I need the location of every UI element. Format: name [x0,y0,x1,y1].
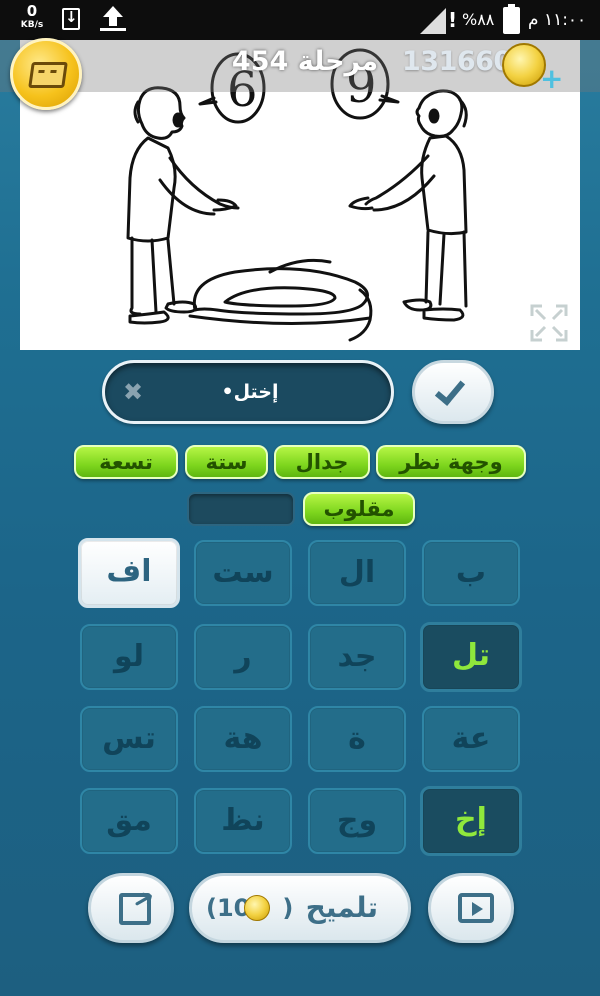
expand-icon[interactable] [530,304,568,342]
share-icon [119,893,151,925]
share-button[interactable] [88,873,174,943]
letter-tile-used[interactable]: إخ [420,786,522,856]
upload-notification-icon [100,6,126,32]
hint-word-chip[interactable]: ستة [185,445,268,479]
status-bar: 0 KB/s ! %٨٨ ١١:٠٠ م [0,0,600,40]
signal-icon [420,8,446,34]
buy-coins-button[interactable]: + [540,62,563,95]
map-button[interactable] [10,38,82,110]
letter-tile[interactable]: ر [194,624,292,690]
coin-icon [244,895,270,921]
download-notification-icon [62,8,80,30]
letter-tile[interactable]: لو [80,624,178,690]
letter-tile-selected[interactable]: اف [78,538,180,608]
letter-tile[interactable]: عة [422,706,520,772]
hint-word-chip[interactable]: وجهة نظر [376,445,526,479]
letter-tile[interactable]: هة [194,706,292,772]
hint-word-chip[interactable]: جدال [274,445,370,479]
hint-word-chip[interactable]: تسعة [74,445,178,479]
letter-tile[interactable]: ب [422,540,520,606]
map-icon [28,62,68,88]
hint-word-chip[interactable]: مقلوب [303,492,415,526]
hint-label: تلميح [305,891,378,924]
letter-tile[interactable]: ست [194,540,292,606]
letter-tile-used[interactable]: تل [420,622,522,692]
clock: ١١:٠٠ م [528,10,587,30]
level-title: مرحلة 454 [231,46,379,77]
letter-tile[interactable]: ة [308,706,406,772]
submit-answer-button[interactable] [412,360,494,424]
network-speed-value: 0 [26,2,38,20]
letter-tile[interactable]: نظ [194,788,292,854]
letter-tile[interactable]: جد [308,624,406,690]
letter-tile[interactable]: وج [308,788,406,854]
answer-text: إختل• [221,381,279,403]
network-speed: 0 KB/s [14,4,50,30]
video-icon [458,893,494,923]
empty-word-slot [187,492,295,526]
letter-tile[interactable]: تس [80,706,178,772]
network-speed-unit: KB/s [20,20,44,30]
battery-icon [503,4,520,34]
watch-video-button[interactable] [428,873,514,943]
hint-button[interactable]: (10) تلميح [189,873,411,943]
checkmark-icon [434,374,466,406]
clear-answer-icon[interactable]: ✖ [120,379,146,405]
letter-tile[interactable]: ال [308,540,406,606]
battery-percent: %٨٨ [462,10,495,29]
letter-tile[interactable]: مق [80,788,178,854]
answer-field[interactable]: ✖ إختل• [102,360,394,424]
no-data-icon: ! [448,8,458,32]
